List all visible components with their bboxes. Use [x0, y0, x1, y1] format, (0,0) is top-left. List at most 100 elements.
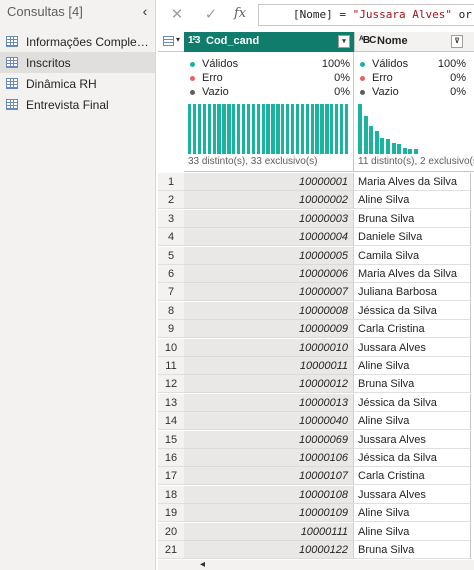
cell-nome[interactable]: Bruna Silva: [354, 541, 470, 559]
cell-cod-cand[interactable]: 10000012: [184, 375, 354, 394]
histogram-bar[interactable]: [369, 126, 374, 154]
next-column-cell[interactable]: [470, 449, 474, 467]
query-item-dinamica-rh[interactable]: Dinâmica RH: [0, 73, 155, 94]
cell-cod-cand[interactable]: 10000108: [184, 485, 354, 504]
histogram-bar[interactable]: [246, 104, 251, 154]
cell-cod-cand[interactable]: 10000109: [184, 504, 354, 523]
row-number[interactable]: 4: [158, 228, 184, 247]
table-row[interactable]: 5 10000005 Camila Silva: [158, 246, 474, 265]
cell-cod-cand[interactable]: 10000111: [184, 522, 354, 541]
table-row[interactable]: 4 10000004 Daniele Silva: [158, 228, 474, 247]
row-number[interactable]: 8: [158, 301, 184, 320]
histogram-bar[interactable]: [414, 149, 418, 154]
table-row[interactable]: 3 10000003 Bruna Silva: [158, 209, 474, 228]
cell-nome[interactable]: Carla Cristina: [354, 467, 470, 486]
table-row[interactable]: 10 10000010 Jussara Alves: [158, 338, 474, 357]
column-header-nome[interactable]: ᴬBC Nome ⊽: [354, 32, 474, 52]
table-row[interactable]: 12 10000012 Bruna Silva: [158, 375, 474, 394]
table-row[interactable]: 1 10000001 Maria Alves da Silva: [158, 173, 474, 191]
cell-nome[interactable]: Daniele Silva: [354, 228, 470, 247]
row-number[interactable]: 18: [158, 485, 184, 504]
row-number[interactable]: 21: [158, 541, 184, 559]
next-column-cell[interactable]: [470, 338, 474, 357]
histogram-bar[interactable]: [397, 144, 402, 154]
table-row[interactable]: 7 10000007 Juliana Barbosa: [158, 283, 474, 302]
histogram-bar[interactable]: [222, 104, 226, 154]
histogram-bar[interactable]: [207, 104, 211, 154]
next-column-cell[interactable]: [470, 283, 474, 302]
cell-cod-cand[interactable]: 10000069: [184, 430, 354, 449]
cell-nome[interactable]: Bruna Silva: [354, 375, 470, 394]
cell-cod-cand[interactable]: 10000004: [184, 228, 354, 247]
histogram-bar[interactable]: [217, 104, 221, 154]
next-column-cell[interactable]: [470, 412, 474, 431]
table-row[interactable]: 6 10000006 Maria Alves da Silva: [158, 265, 474, 283]
histogram-bar[interactable]: [330, 104, 334, 154]
table-row[interactable]: 18 10000108 Jussara Alves: [158, 485, 474, 504]
table-row[interactable]: 8 10000008 Jéssica da Silva: [158, 301, 474, 320]
histogram-bar[interactable]: [391, 143, 396, 154]
histogram-bar[interactable]: [286, 104, 290, 154]
row-number[interactable]: 17: [158, 467, 184, 486]
table-row[interactable]: 15 10000069 Jussara Alves: [158, 430, 474, 449]
cell-cod-cand[interactable]: 10000107: [184, 467, 354, 486]
table-row[interactable]: 2 10000002 Aline Silva: [158, 191, 474, 210]
next-column-cell[interactable]: [470, 228, 474, 247]
table-row[interactable]: 16 10000106 Jéssica da Silva: [158, 449, 474, 467]
table-row[interactable]: 17 10000107 Carla Cristina: [158, 467, 474, 486]
histogram-bar[interactable]: [320, 104, 324, 154]
number-type-icon[interactable]: 1²3: [188, 35, 200, 46]
fx-icon[interactable]: fx: [234, 6, 246, 21]
distribution-histogram[interactable]: [188, 104, 350, 154]
cell-cod-cand[interactable]: 10000122: [184, 541, 354, 559]
column-dropdown-button[interactable]: ▾: [338, 35, 350, 48]
query-item-inscritos[interactable]: Inscritos: [0, 52, 155, 73]
cell-nome[interactable]: Jussara Alves: [354, 431, 470, 449]
row-number[interactable]: 10: [158, 338, 184, 357]
cell-nome[interactable]: Maria Alves da Silva: [354, 265, 470, 283]
query-item-entrevista-final[interactable]: Entrevista Final: [0, 94, 155, 115]
next-column-cell[interactable]: [470, 485, 474, 504]
row-number[interactable]: 2: [158, 191, 184, 210]
cell-cod-cand[interactable]: 10000009: [184, 320, 354, 339]
next-column-cell[interactable]: [470, 357, 474, 375]
cell-nome[interactable]: Jussara Alves: [354, 486, 470, 504]
cell-cod-cand[interactable]: 10000013: [184, 393, 354, 412]
next-column-cell[interactable]: [470, 301, 474, 320]
cell-cod-cand[interactable]: 10000005: [184, 246, 354, 265]
table-row[interactable]: 9 10000009 Carla Cristina: [158, 320, 474, 339]
cell-nome[interactable]: Jussara Alves: [354, 339, 470, 357]
cell-nome[interactable]: Juliana Barbosa: [354, 283, 470, 302]
histogram-bar[interactable]: [335, 104, 339, 154]
column-filter-button[interactable]: ⊽: [451, 35, 463, 48]
row-number[interactable]: 5: [158, 246, 184, 265]
next-column-cell[interactable]: [470, 393, 474, 412]
next-column-cell[interactable]: [470, 265, 474, 283]
cell-nome[interactable]: Camila Silva: [354, 247, 470, 265]
histogram-bar[interactable]: [325, 104, 329, 154]
next-column-cell[interactable]: [470, 209, 474, 228]
histogram-bar[interactable]: [300, 104, 305, 154]
row-number[interactable]: 13: [158, 393, 184, 412]
histogram-bar[interactable]: [271, 104, 275, 154]
histogram-bar[interactable]: [237, 104, 241, 154]
cell-nome[interactable]: Jéssica da Silva: [354, 449, 470, 467]
histogram-bar[interactable]: [363, 116, 368, 154]
collapse-pane-button[interactable]: ‹: [138, 2, 152, 20]
histogram-bar[interactable]: [358, 104, 362, 154]
cell-cod-cand[interactable]: 10000006: [184, 265, 354, 283]
histogram-bar[interactable]: [386, 139, 390, 154]
horizontal-scrollbar[interactable]: ◂: [158, 559, 474, 570]
next-column-cell[interactable]: [470, 375, 474, 394]
query-item-informacoes-complementares[interactable]: Informações Complem...: [0, 31, 155, 52]
next-column-cell[interactable]: [470, 467, 474, 486]
row-number[interactable]: 7: [158, 283, 184, 302]
next-column-cell[interactable]: [470, 173, 474, 191]
cell-nome[interactable]: Aline Silva: [354, 412, 470, 431]
histogram-bar[interactable]: [197, 104, 202, 154]
histogram-bar[interactable]: [402, 148, 407, 154]
cell-nome[interactable]: Aline Silva: [354, 191, 470, 210]
histogram-bar[interactable]: [241, 104, 246, 154]
cancel-icon[interactable]: ✕: [166, 5, 188, 25]
row-number[interactable]: 15: [158, 430, 184, 449]
